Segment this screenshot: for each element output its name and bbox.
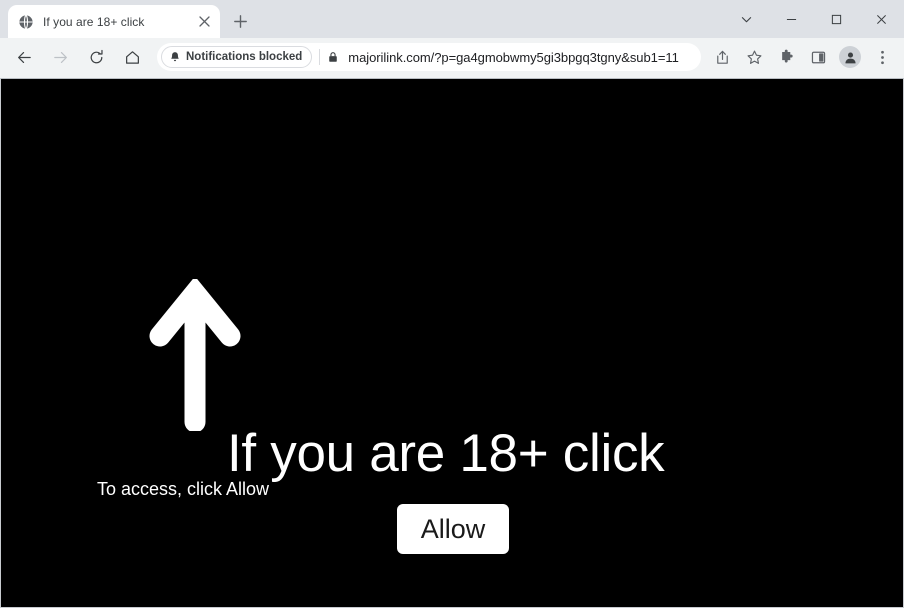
profile-avatar-icon[interactable] xyxy=(836,43,864,71)
home-button[interactable] xyxy=(118,43,146,71)
page-viewport: If you are 18+ click To access, click Al… xyxy=(0,78,904,608)
forward-button[interactable] xyxy=(46,43,74,71)
globe-icon xyxy=(18,14,34,30)
three-dot-menu-icon[interactable] xyxy=(868,43,896,71)
side-panel-icon[interactable] xyxy=(804,43,832,71)
tab-title: If you are 18+ click xyxy=(43,14,145,29)
close-icon[interactable] xyxy=(859,3,904,35)
notifications-blocked-label: Notifications blocked xyxy=(186,51,303,63)
browser-toolbar: Notifications blocked majorilink.com/?p=… xyxy=(0,38,904,78)
bell-icon xyxy=(169,51,181,63)
notifications-blocked-chip[interactable]: Notifications blocked xyxy=(161,46,313,68)
extensions-puzzle-icon[interactable] xyxy=(772,43,800,71)
page-title: If you are 18+ click xyxy=(227,424,665,483)
url-text: majorilink.com/?p=ga4gmobwmy5gi3bpgq3tgn… xyxy=(348,49,679,65)
browser-window: If you are 18+ click Notifications block… xyxy=(0,0,904,608)
new-tab-button[interactable] xyxy=(226,7,254,35)
browser-tab-active[interactable]: If you are 18+ click xyxy=(8,5,220,38)
tab-close-icon[interactable] xyxy=(194,12,214,32)
reload-button[interactable] xyxy=(82,43,110,71)
minimize-icon[interactable] xyxy=(769,3,814,35)
allow-button[interactable]: Allow xyxy=(397,504,509,554)
up-arrow-icon xyxy=(149,279,241,431)
instruction-text: To access, click Allow xyxy=(97,479,270,499)
share-icon[interactable] xyxy=(708,43,736,71)
window-controls xyxy=(724,0,904,38)
address-bar[interactable]: Notifications blocked majorilink.com/?p=… xyxy=(157,43,701,71)
bookmark-star-icon[interactable] xyxy=(740,43,768,71)
back-button[interactable] xyxy=(10,43,38,71)
maximize-icon[interactable] xyxy=(814,3,859,35)
avatar xyxy=(839,46,861,68)
omnibox-divider xyxy=(319,49,321,65)
tab-search-chevron-down-icon[interactable] xyxy=(724,3,769,35)
tab-strip: If you are 18+ click xyxy=(0,0,904,38)
lock-icon[interactable] xyxy=(325,49,341,65)
